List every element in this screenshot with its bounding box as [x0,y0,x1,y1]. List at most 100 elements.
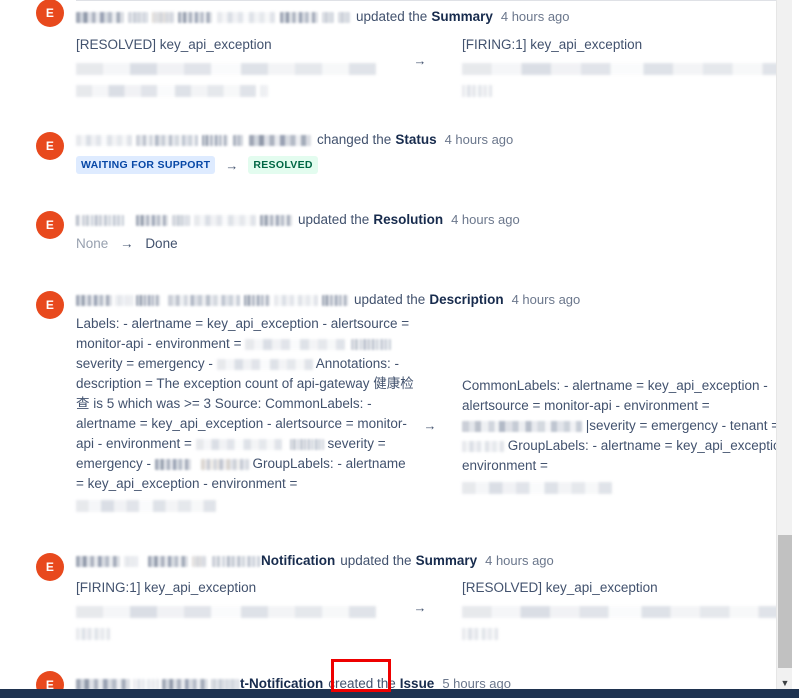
new-summary-title: [FIRING:1] key_api_exception [462,37,643,52]
change-arrow: → [423,418,437,433]
redacted-actor-name [76,214,80,226]
new-value-column: [RESOLVED] key_api_exception [462,578,776,642]
redacted-actor-name-2 [133,678,159,690]
old-summary-title: [FIRING:1] key_api_exception [76,580,257,595]
description-change-detail: Labels: - alertname = key_api_exception … [76,314,776,516]
scrollbar-thumb[interactable] [778,535,792,668]
old-summary-body-redacted [76,59,406,99]
activity-timestamp: 4 hours ago [451,212,520,227]
description-new-seg-1: CommonLabels: - alertname = key_api_exce… [462,378,768,413]
summary-change-detail: [RESOLVED] key_api_exception → [FIRING:1… [76,35,776,99]
old-value-column: [FIRING:1] key_api_exception [76,578,406,642]
activity-timestamp: 4 hours ago [500,9,570,24]
activity-field: Summary [415,553,478,568]
avatar[interactable]: E [36,553,64,581]
old-value-column: [RESOLVED] key_api_exception [76,35,406,99]
redacted-inline [216,358,313,370]
old-value-column: Labels: - alertname = key_api_exception … [76,314,416,516]
window-bottom-bar [0,689,799,698]
status-badge-new: RESOLVED [248,156,318,174]
change-arrow: → [413,53,427,68]
change-arrow: → [120,236,134,251]
redacted-actor-name-5 [212,555,260,567]
activity-timestamp: 4 hours ago [511,292,581,307]
redacted-actor-name-3 [162,678,208,690]
right-gutter [792,0,799,698]
redacted-line [462,63,776,76]
activity-field: Status [395,132,437,147]
redacted-actor-name-2 [136,134,198,146]
redacted-line [462,84,492,97]
activity-headline: updated the Resolution 4 hours ago [76,210,520,230]
status-badge-old: WAITING FOR SUPPORT [76,156,216,174]
redacted-line [259,84,268,97]
summary-change-detail: [FIRING:1] key_api_exception → [RESOLVED… [76,578,776,642]
redacted-inline [462,440,504,452]
redacted-inline [289,438,324,450]
redacted-actor-name-4 [192,555,206,567]
redacted-inline [200,458,249,470]
new-summary-body-redacted [462,602,776,642]
activity-headline: Notification updated the Summary 4 hours… [76,551,554,571]
redacted-actor-name-2 [115,294,133,306]
redacted-actor-name-5 [244,294,270,306]
activity-field: Resolution [373,212,444,227]
avatar[interactable]: E [36,211,64,239]
redacted-line [76,627,110,640]
redacted-actor-name-4 [178,11,212,23]
redacted-actor-name-2 [82,214,124,226]
old-summary-body-redacted [76,602,406,642]
resolution-change-detail: None → Done [76,236,178,251]
activity-timestamp: 4 hours ago [444,132,514,147]
avatar[interactable]: E [36,0,64,27]
activity-actor-suffix: Notification [261,553,336,568]
redacted-actor-name [76,11,124,23]
redacted-actor-name-7 [322,11,334,23]
redacted-actor-name-6 [274,294,318,306]
vertical-scrollbar[interactable]: ▼ [776,0,792,698]
redacted-actor-name-4 [233,134,243,146]
redacted-line [76,606,376,619]
redacted-actor-name-3 [152,11,174,23]
redacted-actor-name [76,134,132,146]
redacted-actor-name [76,294,112,306]
activity-divider [76,0,776,1]
activity-timestamp: 4 hours ago [485,553,554,568]
redacted-actor-name-7 [322,294,348,306]
activity-headline: changed the Status 4 hours ago [76,130,513,150]
description-old-trailing-redacted [76,496,416,516]
redacted-line [76,84,256,97]
resolution-new-value: Done [145,236,178,251]
redacted-actor-name-6 [280,11,318,23]
redacted-actor-name-4 [172,214,190,226]
redacted-line [462,482,612,495]
redacted-actor-name-2 [128,11,148,23]
issue-activity-screen: E updated the Summary 4 hours ago [RESOL… [0,0,799,698]
redacted-inline [154,458,191,470]
resolution-old-value: None [76,236,109,251]
redacted-inline [245,338,346,350]
new-value-column: [FIRING:1] key_api_exception [462,35,776,99]
redacted-inline [195,438,282,450]
redacted-actor-name-2 [124,555,138,567]
redacted-actor-name-3 [136,214,168,226]
redacted-actor-name [76,678,130,690]
redacted-actor-name-3 [136,294,160,306]
avatar[interactable]: E [36,132,64,160]
redacted-actor-name-3 [148,555,188,567]
description-new-trailing-redacted [462,478,776,498]
activity-verb: updated the [354,292,426,307]
activity-verb: changed the [317,132,392,147]
redacted-line [462,627,498,640]
activity-field: Description [429,292,504,307]
redacted-actor-name-5 [217,11,275,23]
redacted-actor-name-5 [194,214,256,226]
redacted-actor-name-4 [211,678,239,690]
activity-verb: updated the [298,212,370,227]
redacted-actor-name [76,555,120,567]
activity-headline: updated the Description 4 hours ago [76,290,580,310]
avatar[interactable]: E [36,291,64,319]
activity-feed[interactable]: E updated the Summary 4 hours ago [RESOL… [0,0,776,698]
change-arrow: → [225,157,239,173]
redacted-inline [351,338,392,350]
